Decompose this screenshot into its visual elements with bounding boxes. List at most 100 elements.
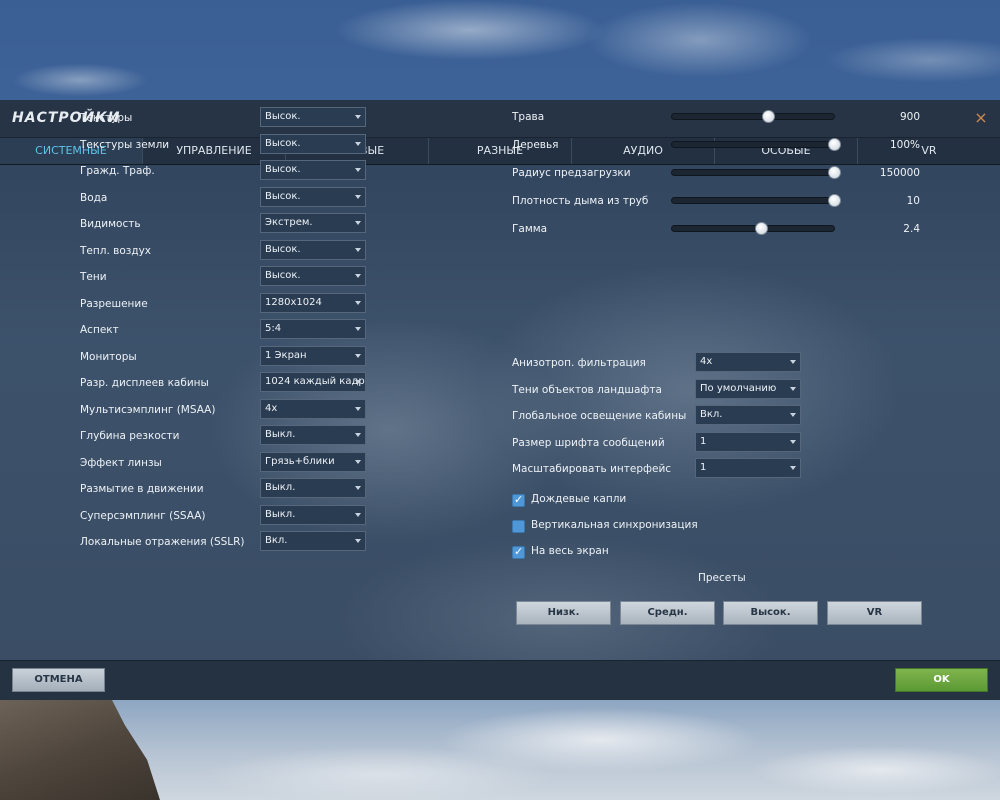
chevron-down-icon	[355, 247, 361, 252]
setting-row-cockpit-displays: Разр. дисплеев кабины 1024 каждый кадр	[80, 372, 370, 399]
setting-row-civil-traffic: Гражд. Траф. Высок.	[80, 160, 370, 187]
depth-of-field-dropdown[interactable]: Выкл.	[260, 425, 366, 445]
slider-label: Трава	[512, 111, 545, 123]
shadows-dropdown[interactable]: Высок.	[260, 266, 366, 286]
slider-value: 100%	[889, 139, 920, 151]
chevron-down-icon	[790, 413, 796, 417]
slider-row-grass: Трава 900	[512, 107, 932, 135]
cancel-button[interactable]: ОТМЕНА	[12, 668, 105, 692]
water-dropdown[interactable]: Высок.	[260, 186, 366, 207]
chevron-down-icon	[355, 406, 361, 411]
checkbox-label: Дождевые капли	[531, 493, 627, 505]
slider-value: 150000	[879, 167, 920, 179]
message-font-size-dropdown[interactable]: 1	[695, 431, 801, 452]
slider-thumb[interactable]	[755, 222, 769, 235]
setting-label: Размер шрифта сообщений	[512, 436, 665, 449]
checkmark-icon: ✓	[514, 493, 524, 506]
setting-row-ui-scale: Масштабировать интерфейс 1	[512, 458, 812, 485]
dialog-footer	[0, 660, 1000, 700]
setting-label: Текстуры	[80, 112, 133, 124]
slider-thumb[interactable]	[828, 138, 841, 151]
gamma-slider[interactable]	[671, 222, 835, 235]
setting-row-resolution: Разрешение 1280x1024	[80, 292, 370, 320]
slider-label: Плотность дыма из труб	[512, 195, 649, 207]
ui-scale-dropdown[interactable]: 1	[695, 458, 801, 478]
preset-high-button[interactable]: Высок.	[723, 601, 818, 625]
setting-label: Глубина резкости	[80, 430, 180, 442]
msaa-dropdown[interactable]: 4x	[260, 398, 366, 419]
chevron-down-icon	[355, 141, 361, 146]
close-icon[interactable]: ×	[972, 109, 990, 127]
setting-label: Тени объектов ландшафта	[512, 383, 662, 396]
ssaa-dropdown[interactable]: Выкл.	[260, 504, 366, 525]
chevron-down-icon	[355, 353, 361, 358]
anisotropic-dropdown[interactable]: 4x	[695, 352, 801, 372]
chevron-down-icon	[790, 439, 796, 444]
cockpit-gi-dropdown[interactable]: Вкл.	[695, 405, 801, 425]
chevron-down-icon	[355, 433, 361, 437]
slider-settings: Трава 900 Деревья 100% Радиус предзагруз…	[512, 107, 932, 247]
setting-row-anisotropic: Анизотроп. фильтрация 4x	[512, 352, 812, 379]
heat-blur-dropdown[interactable]: Высок.	[260, 239, 366, 260]
resolution-dropdown[interactable]: 1280x1024	[260, 292, 366, 313]
sslr-dropdown[interactable]: Вкл.	[260, 531, 366, 551]
setting-row-heat-blur: Тепл. воздух Высок.	[80, 239, 370, 267]
visibility-dropdown[interactable]: Экстрем.	[260, 213, 366, 233]
setting-row-msaa: Мультисэмплинг (MSAA) 4x	[80, 398, 370, 426]
setting-label: Разрешение	[80, 297, 148, 310]
chevron-down-icon	[790, 386, 796, 391]
slider-label: Гамма	[512, 223, 548, 235]
setting-row-ssaa: Суперсэмплинг (SSAA) Выкл.	[80, 504, 370, 532]
setting-row-motion-blur: Размытие в движении Выкл.	[80, 478, 370, 505]
chevron-down-icon	[355, 380, 361, 384]
terrain-textures-dropdown[interactable]: Высок.	[260, 133, 366, 154]
preset-low-button[interactable]: Низк.	[516, 601, 611, 625]
preset-medium-button[interactable]: Средн.	[620, 601, 715, 625]
setting-label: Глобальное освещение кабины	[512, 410, 687, 422]
motion-blur-dropdown[interactable]: Выкл.	[260, 478, 366, 498]
ok-button[interactable]: OK	[895, 668, 988, 692]
setting-label: Гражд. Траф.	[80, 165, 155, 177]
slider-row-trees: Деревья 100%	[512, 135, 932, 163]
chevron-down-icon	[355, 194, 361, 199]
preload-radius-slider[interactable]	[671, 166, 841, 179]
slider-row-smoke-density: Плотность дыма из труб 10	[512, 191, 932, 219]
setting-label: Аспект	[80, 324, 119, 336]
chevron-down-icon	[790, 360, 796, 364]
fullscreen-checkbox[interactable]: ✓	[512, 545, 525, 559]
slider-thumb[interactable]	[828, 166, 841, 179]
aspect-dropdown[interactable]: 5:4	[260, 319, 366, 339]
setting-row-depth-of-field: Глубина резкости Выкл.	[80, 425, 370, 452]
setting-row-textures: Текстуры Высок.	[80, 107, 370, 134]
slider-thumb[interactable]	[761, 110, 775, 123]
setting-row-terrain-textures: Текстуры земли Высок.	[80, 133, 370, 161]
rain-drops-checkbox[interactable]: ✓	[512, 493, 525, 507]
chevron-down-icon	[355, 115, 361, 119]
trees-slider[interactable]	[671, 138, 841, 151]
checkbox-row-fullscreen: ✓ На весь экран	[512, 544, 812, 570]
vsync-checkbox[interactable]	[512, 520, 525, 533]
preset-vr-button[interactable]: VR	[827, 601, 922, 625]
slider-value: 10	[906, 195, 920, 207]
checkbox-settings: ✓ Дождевые капли Вертикальная синхрониза…	[512, 492, 812, 570]
slider-thumb[interactable]	[828, 194, 841, 207]
chevron-down-icon	[355, 512, 361, 517]
civil-traffic-dropdown[interactable]: Высок.	[260, 160, 366, 180]
cockpit-displays-dropdown[interactable]: 1024 каждый кадр	[260, 372, 366, 392]
setting-label: Тепл. воздух	[80, 244, 152, 257]
lens-effect-dropdown[interactable]: Грязь+блики	[260, 451, 366, 472]
checkmark-icon: ✓	[514, 545, 524, 558]
smoke-density-slider[interactable]	[671, 194, 841, 207]
slider-label: Деревья	[512, 139, 559, 151]
chevron-down-icon	[355, 274, 361, 278]
setting-label: Масштабировать интерфейс	[512, 463, 672, 475]
textures-dropdown[interactable]: Высок.	[260, 107, 366, 127]
setting-row-message-font-size: Размер шрифта сообщений 1	[512, 431, 812, 459]
setting-row-terrain-object-shadows: Тени объектов ландшафта По умолчанию	[512, 378, 812, 406]
monitors-dropdown[interactable]: 1 Экран	[260, 345, 366, 366]
terrain-object-shadows-dropdown[interactable]: По умолчанию	[695, 378, 801, 399]
setting-label: Тени	[80, 271, 107, 283]
chevron-down-icon	[355, 327, 361, 331]
grass-slider[interactable]	[671, 110, 835, 123]
setting-label: Видимость	[80, 218, 141, 230]
